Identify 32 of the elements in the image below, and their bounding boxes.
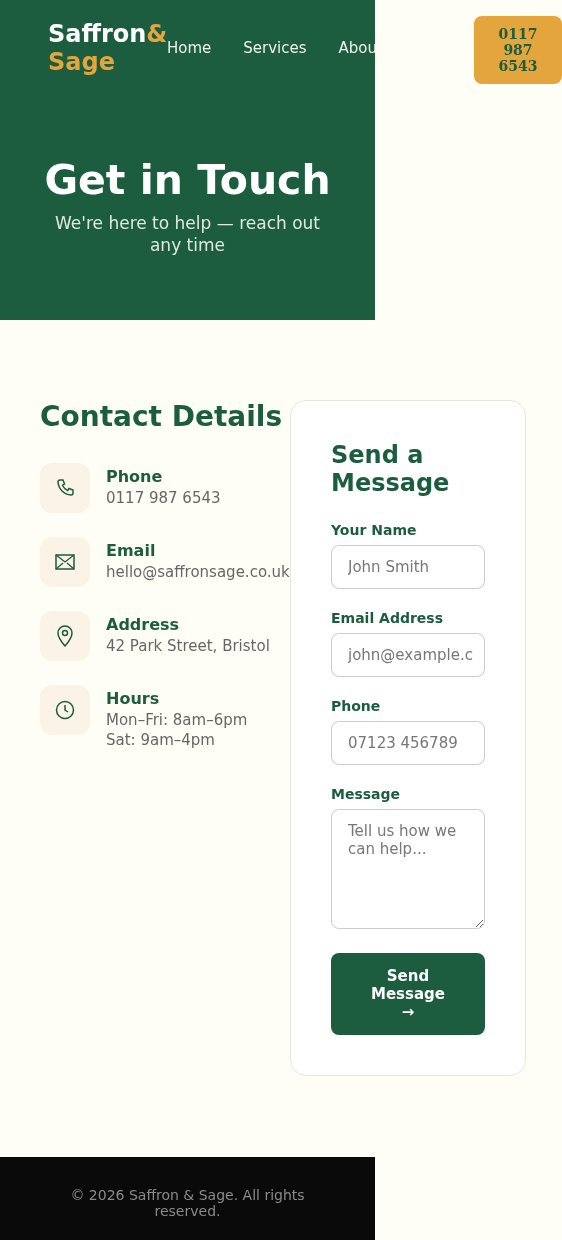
- contact-label: Phone: [106, 467, 164, 487]
- contact-value: hello@saffronsage.co.uk: [106, 563, 290, 581]
- envelope-icon: [55, 554, 75, 570]
- hero-title: Get in Touch: [43, 156, 332, 204]
- contact-label: Address: [106, 615, 181, 635]
- hero-subtitle: We're here to help — reach out any time: [54, 212, 321, 256]
- field-label: Message: [331, 785, 402, 803]
- nav-link[interactable]: Services: [243, 39, 307, 57]
- copyright-text: © 2026 Saffron & Sage. All rights reserved.: [69, 1187, 306, 1219]
- phone-icon: [55, 478, 75, 498]
- input-field[interactable]: john@example.c: [331, 633, 485, 677]
- field-label: Phone: [331, 697, 382, 715]
- clock-icon: [55, 700, 75, 720]
- field-label: Email Address: [331, 609, 444, 627]
- contact-value: Sat: 9am–4pm: [106, 731, 216, 749]
- call-button[interactable]: 0117 987 6543: [474, 16, 562, 84]
- form-title: Send a Message: [331, 441, 451, 497]
- message-field[interactable]: Tell us how we can help...: [331, 809, 485, 929]
- field-label: Your Name: [331, 521, 418, 539]
- map-pin-icon: [57, 625, 73, 647]
- logo[interactable]: Saffron& Sage: [48, 20, 167, 76]
- section-heading: Contact Details: [40, 400, 284, 434]
- send-button[interactable]: Send Message →: [331, 953, 485, 1035]
- contact-label: Email: [106, 541, 157, 561]
- input-field[interactable]: 07123 456789: [331, 721, 485, 765]
- contact-value: 0117 987 6543: [106, 489, 221, 507]
- contact-value: 42 Park Street, Bristol: [106, 637, 270, 655]
- input-field[interactable]: John Smith: [331, 545, 485, 589]
- contact-value: Mon–Fri: 8am–6pm: [106, 711, 248, 729]
- contact-label: Hours: [106, 689, 161, 709]
- nav-link[interactable]: Home: [167, 39, 212, 57]
- nav-link[interactable]: Abou: [338, 39, 375, 57]
